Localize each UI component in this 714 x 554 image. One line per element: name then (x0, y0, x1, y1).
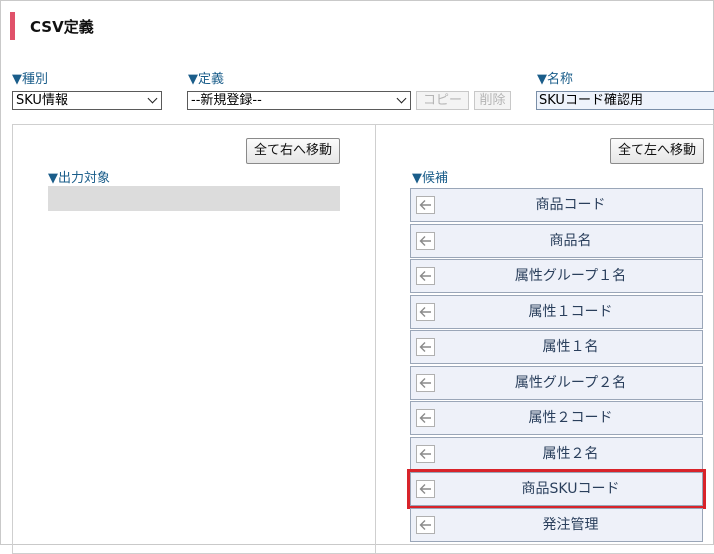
candidates-label: ▼候補 (412, 171, 448, 186)
arrow-left-icon[interactable] (416, 338, 435, 356)
arrow-left-icon[interactable] (416, 302, 435, 321)
title-accent-bar (10, 12, 15, 40)
candidate-label: 商品名 (549, 232, 592, 249)
candidate-item[interactable]: 商品名 (410, 223, 703, 258)
candidate-label: 属性２名 (542, 445, 599, 462)
type-select-value: SKU情報 (16, 93, 68, 108)
type-label: ▼種別 (12, 72, 48, 87)
name-label: ▼名称 (537, 72, 573, 87)
arrow-left-icon[interactable] (416, 444, 435, 463)
candidate-item[interactable]: 発注管理 (410, 507, 703, 542)
candidates-list: 商品コード商品名属性グループ１名 属性１コード 属性１名属性グループ２名 属性２コード… (407, 188, 706, 543)
candidate-label: 属性２コード (528, 410, 613, 426)
chevron-down-icon (147, 93, 158, 104)
candidate-item[interactable]: 属性１名 (410, 330, 703, 364)
name-input[interactable]: SKUコード確認用 (536, 91, 714, 110)
candidate-label: 商品コード (535, 197, 606, 213)
candidate-label: 属性グループ１名 (514, 268, 627, 284)
candidate-item[interactable]: 属性グループ１名 (410, 259, 703, 293)
candidate-label: 属性グループ２名 (514, 374, 627, 391)
candidate-item[interactable]: 属性２コード (410, 401, 703, 435)
candidate-item[interactable]: 商品コード (410, 188, 703, 222)
arrow-left-icon[interactable] (416, 409, 435, 427)
candidate-item[interactable]: 商品SKUコード (407, 469, 706, 509)
move-all-right-button[interactable]: 全て右へ移動 (246, 138, 340, 164)
candidate-item[interactable]: 属性１コード (410, 294, 703, 329)
definition-select-value: --新規登録-- (191, 93, 262, 108)
candidate-item[interactable]: 属性２名 (410, 436, 703, 471)
arrow-left-icon[interactable] (416, 480, 435, 498)
move-all-left-button[interactable]: 全て左へ移動 (610, 138, 704, 164)
candidate-label: 属性１名 (542, 339, 599, 355)
output-target-label: ▼出力対象 (48, 171, 110, 186)
arrow-left-icon[interactable] (416, 267, 435, 285)
definition-label: ▼定義 (188, 72, 224, 87)
candidate-label: 商品SKUコード (521, 481, 620, 497)
copy-button[interactable]: コピー (416, 91, 469, 110)
candidate-item[interactable]: 属性グループ２名 (410, 365, 703, 400)
arrow-left-icon[interactable] (416, 231, 435, 250)
arrow-left-icon[interactable] (416, 196, 435, 214)
output-target-list[interactable] (48, 186, 340, 211)
type-select[interactable]: SKU情報 (12, 91, 162, 110)
definition-select[interactable]: --新規登録-- (187, 91, 411, 110)
arrow-left-icon[interactable] (416, 373, 435, 392)
page-title: CSV定義 (30, 18, 94, 36)
delete-button[interactable]: 削除 (474, 91, 511, 110)
candidate-label: 発注管理 (542, 516, 599, 533)
chevron-down-icon (396, 93, 407, 104)
candidate-label: 属性１コード (528, 303, 613, 320)
arrow-left-icon[interactable] (416, 515, 435, 534)
